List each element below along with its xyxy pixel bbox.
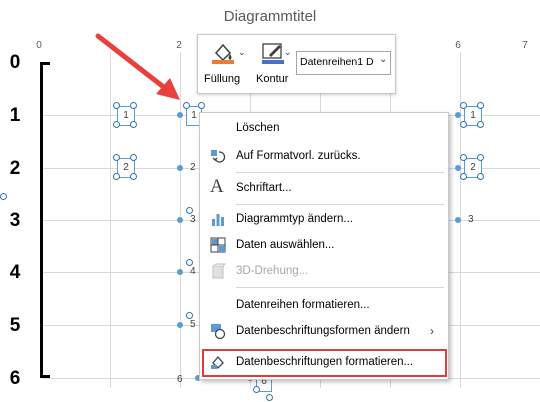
menu-item-delete[interactable]: Löschen (200, 115, 448, 141)
data-label[interactable]: 2 (190, 162, 196, 173)
menu-item-select-data[interactable]: Daten auswählen... (200, 232, 448, 258)
data-point[interactable] (455, 112, 461, 118)
chart-area-handle[interactable] (0, 193, 7, 200)
chevron-down-icon: ⌄ (284, 47, 292, 57)
series-dropdown-value: Datenreihen1 D (300, 56, 374, 68)
menu-item-label: Diagrammtyp ändern... (236, 213, 353, 225)
chevron-down-icon: ⌄ (238, 47, 246, 57)
data-label[interactable]: 3 (190, 214, 196, 225)
select-data-icon (210, 237, 226, 253)
x-tick-6: 6 (455, 40, 461, 51)
outline-color-swatch (262, 60, 284, 64)
label-handle[interactable] (460, 102, 467, 109)
x-tick-0: 0 (36, 40, 42, 51)
data-point[interactable] (177, 165, 183, 171)
label-handle[interactable] (477, 154, 484, 161)
y-tick-6: 6 (9, 368, 21, 389)
label-shapes-icon (211, 324, 226, 339)
pen-icon (262, 43, 284, 64)
outline-button[interactable]: ⌄ Kontur (256, 39, 296, 89)
data-label[interactable]: 4 (190, 266, 196, 277)
data-point[interactable] (455, 165, 461, 171)
label-handle[interactable] (113, 173, 120, 180)
label-handle[interactable] (113, 121, 120, 128)
data-label[interactable]: 6 (177, 374, 183, 385)
label-handle[interactable] (130, 173, 137, 180)
x-tick-7: 7 (522, 40, 528, 51)
menu-item-label: Schriftart... (236, 182, 292, 194)
y-axis-tick (40, 375, 50, 378)
menu-separator (236, 172, 444, 173)
y-tick-0: 0 (9, 52, 21, 73)
label-handle[interactable] (477, 102, 484, 109)
chart-type-icon (212, 214, 224, 226)
paint-bucket-icon (212, 43, 234, 64)
label-handle[interactable] (477, 121, 484, 128)
label-handle[interactable] (477, 173, 484, 180)
label-handle[interactable] (460, 154, 467, 161)
menu-separator (236, 287, 444, 288)
fill-label: Füllung (204, 73, 241, 85)
label-handle[interactable] (186, 312, 193, 319)
menu-item-label: Datenreihen formatieren... (236, 299, 370, 311)
font-icon: A (210, 176, 224, 197)
fill-button[interactable]: ⌄ Füllung (204, 39, 248, 89)
3d-rotation-icon (212, 263, 226, 279)
menu-item-label: 3D-Drehung... (236, 265, 309, 277)
label-handle[interactable] (130, 154, 137, 161)
label-handle[interactable] (130, 121, 137, 128)
label-handle[interactable] (113, 154, 120, 161)
highlight-box (202, 349, 447, 377)
label-handle[interactable] (186, 207, 193, 214)
chart-area-handle[interactable] (266, 394, 273, 401)
menu-item-label: Datenbeschriftungsformen ändern (236, 325, 410, 337)
y-tick-3: 3 (9, 210, 21, 231)
y-tick-1: 1 (9, 105, 21, 126)
format-toolbar: ⌄ Füllung ⌄ Kontur Datenreihen1 D ⌄ (197, 34, 396, 94)
label-handle[interactable] (460, 173, 467, 180)
data-point[interactable] (455, 217, 461, 223)
menu-item-change-label-shapes[interactable]: Datenbeschriftungsformen ändern › (200, 318, 448, 344)
y-axis-line (40, 62, 43, 378)
chart-title[interactable]: Diagrammtitel (0, 8, 540, 25)
y-axis-tick (40, 62, 50, 65)
series-dropdown[interactable]: Datenreihen1 D ⌄ (296, 51, 391, 75)
reset-style-icon (211, 150, 226, 163)
label-handle[interactable] (186, 259, 193, 266)
y-tick-5: 5 (9, 315, 21, 336)
menu-separator (236, 204, 444, 205)
fill-color-swatch (212, 60, 234, 64)
y-tick-2: 2 (9, 158, 21, 179)
label-handle[interactable] (460, 121, 467, 128)
menu-item-label: Auf Formatvorl. zurücks. (236, 150, 361, 162)
context-menu: Löschen Auf Formatvorl. zurücks. A Schri… (199, 112, 449, 380)
menu-item-change-chart-type[interactable]: Diagrammtyp ändern... (200, 206, 448, 232)
data-point[interactable] (177, 217, 183, 223)
menu-item-reset-style[interactable]: Auf Formatvorl. zurücks. (200, 143, 448, 169)
annotation-arrow (95, 33, 180, 100)
data-label[interactable]: 5 (190, 319, 196, 330)
menu-item-3d-rotation[interactable]: 3D-Drehung... (200, 258, 448, 284)
label-handle[interactable] (198, 102, 205, 109)
data-point[interactable] (177, 269, 183, 275)
menu-item-format-series[interactable]: Datenreihen formatieren... (200, 292, 448, 318)
chevron-right-icon: › (430, 324, 434, 338)
chevron-down-icon: ⌄ (379, 54, 388, 65)
y-tick-4: 4 (9, 262, 21, 283)
outline-label: Kontur (256, 73, 289, 85)
data-point[interactable] (177, 322, 183, 328)
data-label[interactable]: 3 (468, 214, 474, 225)
data-point[interactable] (177, 112, 183, 118)
label-handle[interactable] (253, 386, 260, 393)
menu-item-font[interactable]: A Schriftart... (200, 175, 448, 201)
menu-item-label: Löschen (236, 122, 280, 134)
menu-item-label: Daten auswählen... (236, 239, 335, 251)
